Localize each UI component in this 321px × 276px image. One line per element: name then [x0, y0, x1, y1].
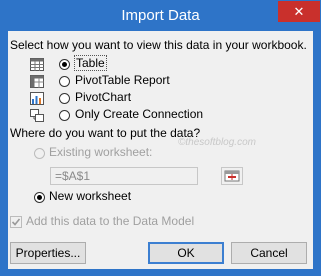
pivotchart-icon: [30, 92, 44, 105]
existing-worksheet-label[interactable]: Existing worksheet:: [49, 145, 152, 159]
dialog-title: Import Data: [121, 7, 200, 24]
pivottable-radio[interactable]: [59, 76, 70, 87]
table-option-label[interactable]: Table: [74, 55, 107, 71]
collapse-dialog-icon: [224, 170, 240, 182]
import-data-dialog: Import Data ✕ Select how you want to vie…: [0, 0, 321, 276]
table-label-text: Table: [74, 55, 107, 71]
properties-button[interactable]: Properties...: [10, 242, 86, 264]
checkmark-icon: [11, 218, 21, 226]
view-prompt: Select how you want to view this data in…: [10, 38, 307, 52]
table-icon: [30, 58, 44, 71]
range-selector-button[interactable]: [221, 167, 243, 185]
cancel-button[interactable]: Cancel: [231, 242, 307, 264]
pivotchart-option-label[interactable]: PivotChart: [75, 90, 131, 104]
ok-button[interactable]: OK: [148, 242, 224, 264]
new-worksheet-label[interactable]: New worksheet: [49, 189, 131, 203]
range-input[interactable]: =$A$1: [50, 167, 198, 185]
connection-option-label[interactable]: Only Create Connection: [75, 107, 203, 121]
data-model-checkbox[interactable]: [10, 216, 22, 228]
pivottable-icon: [30, 75, 44, 88]
pivotchart-radio[interactable]: [59, 93, 70, 104]
watermark-text: ©thesoftblog.com: [178, 137, 256, 148]
close-button[interactable]: ✕: [278, 1, 320, 22]
dialog-body: Select how you want to view this data in…: [8, 31, 313, 269]
title-bar[interactable]: Import Data ✕: [1, 1, 320, 31]
new-worksheet-radio[interactable]: [34, 192, 45, 203]
connection-radio[interactable]: [59, 110, 70, 121]
data-model-label[interactable]: Add this data to the Data Model: [26, 214, 194, 228]
connection-icon: [30, 109, 44, 122]
placement-prompt: Where do you want to put the data?: [10, 126, 201, 140]
table-radio[interactable]: [59, 59, 70, 70]
pivottable-option-label[interactable]: PivotTable Report: [75, 73, 170, 87]
existing-worksheet-radio[interactable]: [34, 148, 45, 159]
